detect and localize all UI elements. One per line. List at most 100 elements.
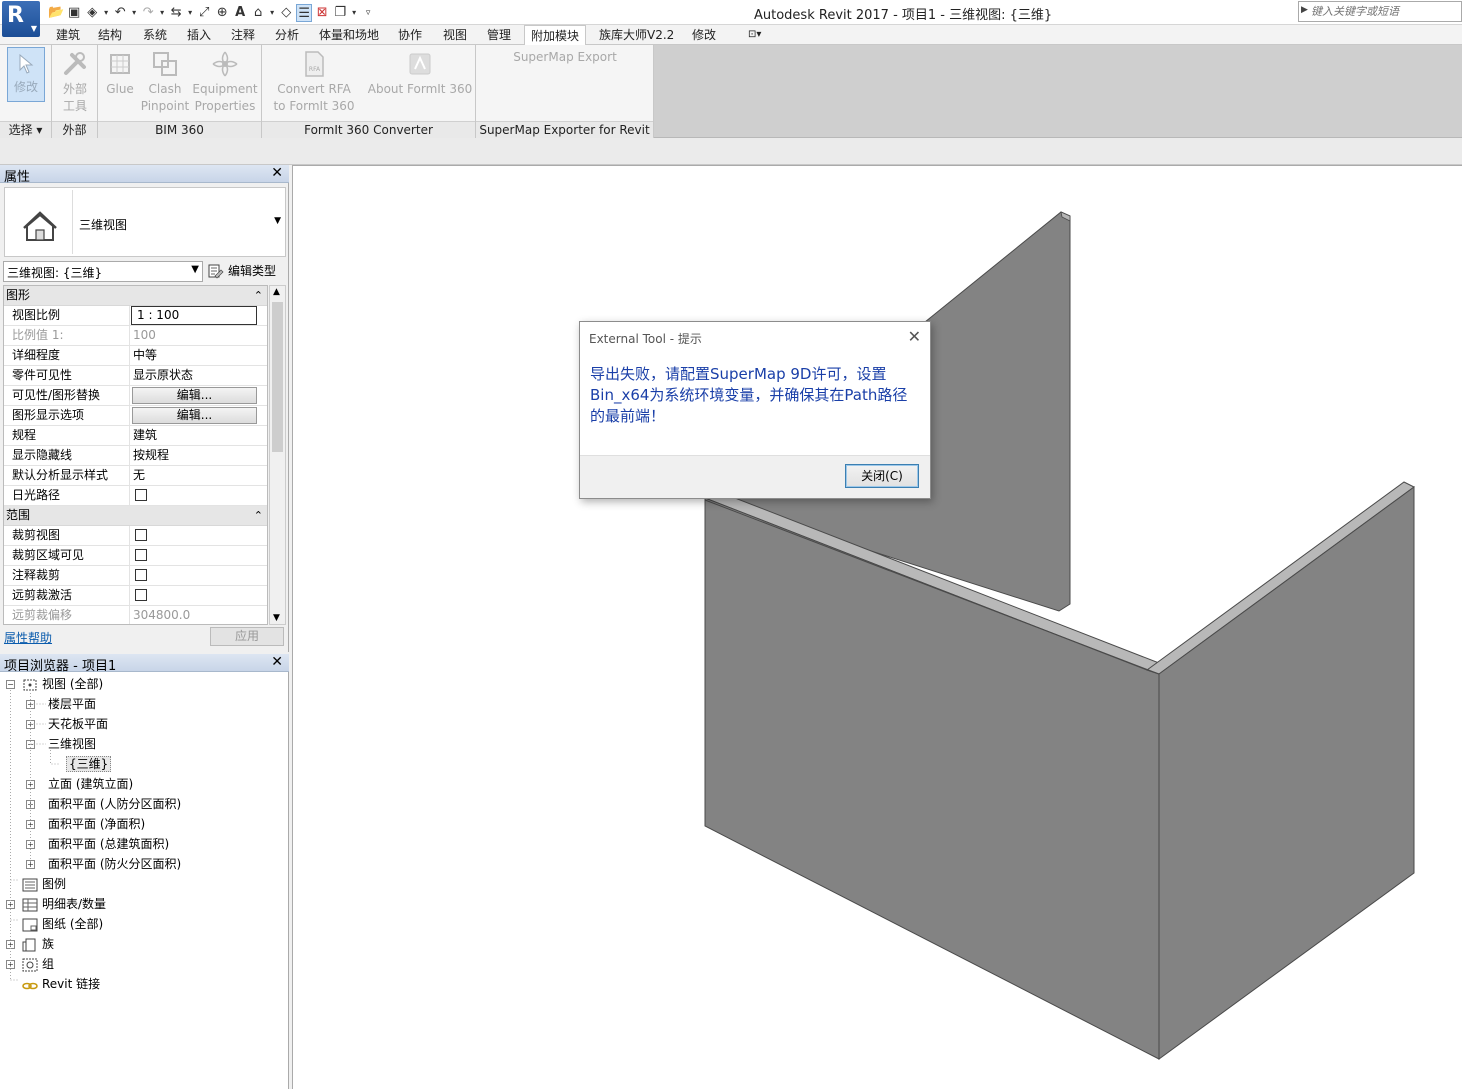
group-graphics[interactable]: 图形 ⌃ xyxy=(4,286,267,306)
select-panel-label[interactable]: 选择 ▾ xyxy=(0,121,51,138)
measure-icon[interactable]: ⇆ xyxy=(168,4,184,22)
discipline-value[interactable]: 建筑 xyxy=(131,426,267,446)
redo-icon[interactable]: ↷ xyxy=(140,4,156,22)
properties-scrollbar[interactable]: ▲ ▼ xyxy=(269,285,286,625)
tag-icon[interactable]: ⊕ xyxy=(214,4,230,22)
parts-visibility-value[interactable]: 显示原状态 xyxy=(131,366,267,386)
prop-label: 远剪裁偏移 xyxy=(4,606,130,624)
hidden-lines-value[interactable]: 按规程 xyxy=(131,446,267,466)
prop-label: 注释裁剪 xyxy=(4,566,130,586)
customize-toolbar-icon[interactable]: ▿ xyxy=(360,4,376,22)
dropdown-icon[interactable]: ▾ xyxy=(350,4,358,22)
scrollbar-thumb[interactable] xyxy=(272,302,283,452)
ribbon-minimize-icon[interactable]: ⊡▾ xyxy=(742,25,767,45)
3d-view-icon[interactable]: ⌂ xyxy=(250,4,266,22)
modify-button[interactable]: 修改 xyxy=(7,47,45,102)
chevron-right-icon[interactable]: ▶ xyxy=(1301,5,1308,15)
close-icon[interactable]: ✕ xyxy=(271,165,283,181)
tree-node-area-gross[interactable]: 面积平面 (总建筑面积) xyxy=(48,834,169,854)
close-hidden-windows-icon[interactable]: ⊠ xyxy=(314,4,330,22)
bim360-panel-label: BIM 360 xyxy=(98,121,261,138)
chevron-down-icon: ▼ xyxy=(30,24,37,33)
crop-visible-checkbox[interactable] xyxy=(135,549,147,561)
external-tools-button[interactable]: 外部 工具 xyxy=(56,49,94,115)
properties-help-link[interactable]: 属性帮助 xyxy=(4,629,52,646)
infocenter-search[interactable]: ▶ xyxy=(1298,1,1462,22)
tab-add-ins[interactable]: 附加模块 xyxy=(524,25,587,46)
close-icon[interactable]: ✕ xyxy=(908,327,921,346)
3d-model-walls[interactable] xyxy=(293,166,1462,1089)
group-extents[interactable]: 范围 ⌃ xyxy=(4,506,267,526)
analysis-style-value[interactable]: 无 xyxy=(131,466,267,486)
tab-annotate[interactable]: 注释 xyxy=(225,25,261,45)
dropdown-icon[interactable]: ▾ xyxy=(130,4,138,22)
tab-manage[interactable]: 管理 xyxy=(481,25,517,45)
dropdown-icon[interactable]: ▾ xyxy=(158,4,166,22)
tree-node-area-civil[interactable]: 面积平面 (人防分区面积) xyxy=(48,794,181,814)
prop-label: 裁剪视图 xyxy=(4,526,130,546)
instance-filter-dropdown[interactable]: 三维视图: {三维} ▼ xyxy=(3,261,203,282)
vg-edit-button[interactable]: 编辑... xyxy=(132,387,257,404)
tree-node-label: 面积平面 (净面积) xyxy=(48,817,146,831)
view-scale-input[interactable]: 1 : 100 xyxy=(131,306,257,325)
tab-massing-site[interactable]: 体量和场地 xyxy=(313,25,385,45)
tree-node-area-net[interactable]: 面积平面 (净面积) xyxy=(48,814,145,834)
crop-view-checkbox[interactable] xyxy=(135,529,147,541)
sun-path-checkbox[interactable] xyxy=(135,489,147,501)
far-clip-checkbox[interactable] xyxy=(135,589,147,601)
save-icon[interactable]: ▣ xyxy=(66,4,82,22)
tab-view[interactable]: 视图 xyxy=(437,25,473,45)
equipment-properties-button[interactable]: Equipment Properties xyxy=(192,49,258,115)
external-panel-label: 外部 xyxy=(52,121,97,138)
section-icon[interactable]: ◇ xyxy=(278,4,294,22)
tab-insert[interactable]: 插入 xyxy=(181,25,217,45)
sync-icon[interactable]: ◈ xyxy=(84,4,100,22)
thin-lines-icon[interactable]: ☰ xyxy=(296,3,313,22)
scroll-down-icon[interactable]: ▼ xyxy=(273,613,280,623)
tab-analyze[interactable]: 分析 xyxy=(269,25,305,45)
detail-level-value[interactable]: 中等 xyxy=(131,346,267,366)
clash-pinpoint-button[interactable]: Clash Pinpoint xyxy=(140,49,190,115)
tab-collaborate[interactable]: 协作 xyxy=(392,25,428,45)
scroll-up-icon[interactable]: ▲ xyxy=(273,287,280,297)
aligned-dimension-icon[interactable]: ⤢ xyxy=(196,4,212,22)
collapse-icon[interactable]: ⌃ xyxy=(254,506,263,525)
text-icon[interactable]: A xyxy=(232,4,248,22)
open-icon[interactable]: 📂 xyxy=(48,4,64,22)
tab-family-library[interactable]: 族库大师V2.2 xyxy=(593,25,680,45)
tab-systems[interactable]: 系统 xyxy=(137,25,173,45)
properties-header: 属性 ✕ xyxy=(0,165,289,185)
undo-icon[interactable]: ↶ xyxy=(112,4,128,22)
graphic-display-edit-button[interactable]: 编辑... xyxy=(132,407,257,424)
about-formit-button[interactable]: About FormIt 360 xyxy=(366,49,474,98)
close-icon[interactable]: ✕ xyxy=(271,654,283,670)
prop-row: 默认分析显示样式无 xyxy=(4,466,267,486)
tree-node-label: {三维} xyxy=(66,756,112,772)
tree-node-elevations[interactable]: 立面 (建筑立面) xyxy=(48,774,133,794)
dialog-close-button[interactable]: 关闭(C) xyxy=(845,464,919,488)
type-selector[interactable]: 三维视图 ▼ xyxy=(4,187,286,257)
supermap-export-button[interactable]: SuperMap Export xyxy=(486,49,644,66)
tree-node-area-fire[interactable]: 面积平面 (防火分区面积) xyxy=(48,854,181,874)
annotation-crop-checkbox[interactable] xyxy=(135,569,147,581)
tab-architecture[interactable]: 建筑 xyxy=(50,25,86,45)
dropdown-icon[interactable]: ▾ xyxy=(102,4,110,22)
tree-node-3d-view[interactable]: {三维} xyxy=(66,754,112,774)
tab-modify[interactable]: 修改 xyxy=(686,25,722,45)
glue-button[interactable]: Glue xyxy=(102,49,138,98)
application-menu-button[interactable]: R ▼ xyxy=(2,1,40,37)
chevron-down-icon[interactable]: ▼ xyxy=(274,216,281,226)
dropdown-icon[interactable]: ▾ xyxy=(268,4,276,22)
dialog-title: External Tool - 提示 xyxy=(589,332,702,346)
apply-button[interactable]: 应用 xyxy=(210,627,284,646)
drawing-area-3d[interactable] xyxy=(292,165,1462,1089)
tab-structure[interactable]: 结构 xyxy=(92,25,128,45)
supermap-panel: SuperMap Export SuperMap Exporter for Re… xyxy=(476,45,654,138)
convert-rfa-button[interactable]: RFA Convert RFA to FormIt 360 xyxy=(270,49,358,115)
switch-windows-icon[interactable]: ❐ xyxy=(332,4,348,22)
collapse-icon[interactable]: ⌃ xyxy=(254,286,263,305)
search-input[interactable] xyxy=(1311,3,1459,20)
dropdown-icon[interactable]: ▾ xyxy=(186,4,194,22)
edit-type-button[interactable]: 编辑类型 xyxy=(208,262,276,282)
rfa-file-icon: RFA xyxy=(305,51,324,77)
